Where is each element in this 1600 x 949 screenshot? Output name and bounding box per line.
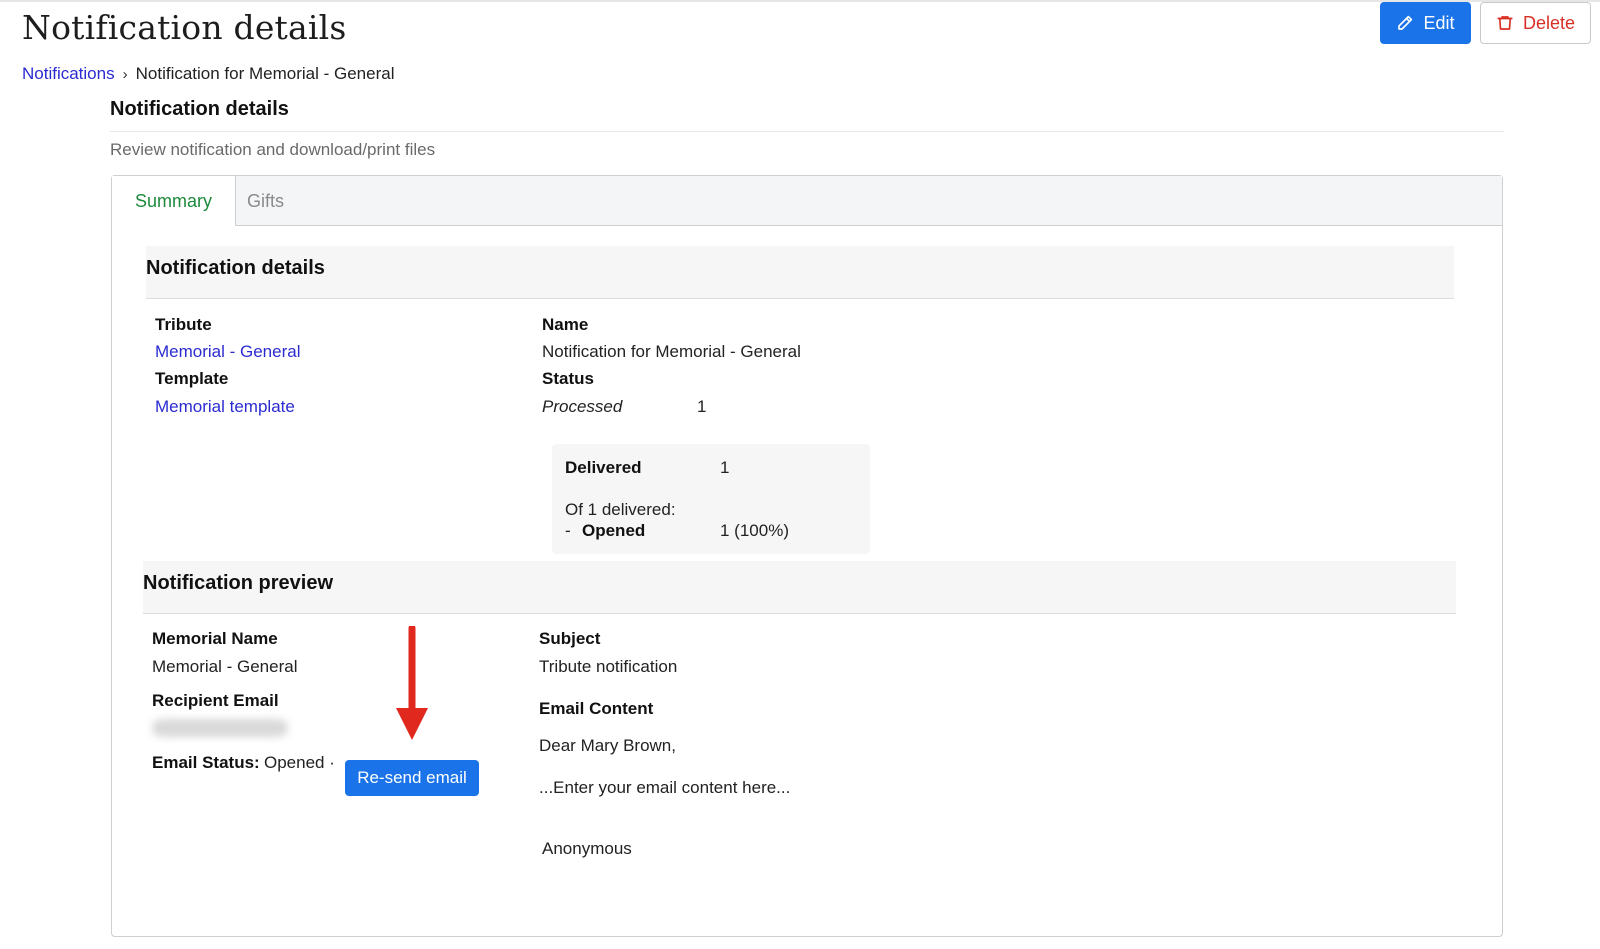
page-title: Notification details <box>22 8 347 47</box>
status-label: Status <box>542 369 594 388</box>
memorial-name-value: Memorial - General <box>152 657 298 676</box>
template-label: Template <box>155 369 229 388</box>
email-greeting: Dear Mary Brown, <box>539 736 676 755</box>
memorial-name-label: Memorial Name <box>152 629 278 648</box>
section-subtitle: Review notification and download/print f… <box>110 140 436 159</box>
email-status-value: Opened · <box>264 753 335 772</box>
delivery-stats: Delivered 1 Of 1 delivered: - Opened 1 (… <box>552 444 870 554</box>
edit-button-label: Edit <box>1423 12 1455 33</box>
trash-icon <box>1496 14 1514 32</box>
opened-dash: - <box>565 521 571 540</box>
delete-button[interactable]: Delete <box>1480 2 1591 44</box>
delivered-label: Delivered <box>565 458 642 477</box>
top-divider <box>0 0 1600 2</box>
delivered-count: 1 <box>720 458 730 477</box>
tab-summary[interactable]: Summary <box>112 176 236 226</box>
status-count: 1 <box>697 397 707 416</box>
of-delivered-text: Of 1 delivered: <box>565 500 676 519</box>
subject-label: Subject <box>539 629 601 648</box>
email-body: ...Enter your email content here... <box>539 778 791 797</box>
preview-panel-header: Notification preview <box>143 561 1456 614</box>
template-link[interactable]: Memorial template <box>155 397 295 417</box>
tab-bar: Summary Gifts <box>112 176 1502 226</box>
status-value: Processed <box>542 397 623 416</box>
details-panel-header: Notification details <box>146 246 1454 299</box>
recipient-email-redacted <box>152 719 288 737</box>
details-card: Summary Gifts Notification details Tribu… <box>111 175 1503 937</box>
red-arrow-down-icon <box>394 624 430 749</box>
tribute-link[interactable]: Memorial - General <box>155 342 301 362</box>
preview-panel-title: Notification preview <box>143 572 334 594</box>
delete-button-label: Delete <box>1522 12 1576 33</box>
chevron-right-icon: › <box>122 65 128 83</box>
section-divider <box>110 131 1504 132</box>
breadcrumb-notifications-link[interactable]: Notifications <box>22 64 115 84</box>
opened-label: Opened <box>582 521 646 540</box>
details-panel-title: Notification details <box>146 257 325 279</box>
name-label: Name <box>542 315 589 334</box>
section-title: Notification details <box>110 98 289 120</box>
tab-gifts[interactable]: Gifts <box>247 176 284 226</box>
section-header: Notification details Review notification… <box>110 98 1504 160</box>
email-signature: Anonymous <box>542 839 632 858</box>
opened-value: 1 (100%) <box>720 521 789 540</box>
subject-value: Tribute notification <box>539 657 678 676</box>
breadcrumb: Notifications › Notification for Memoria… <box>22 64 394 84</box>
breadcrumb-current: Notification for Memorial - General <box>135 64 395 83</box>
name-value: Notification for Memorial - General <box>542 342 801 361</box>
tribute-label: Tribute <box>155 315 212 334</box>
edit-button[interactable]: Edit <box>1380 2 1471 44</box>
email-content-label: Email Content <box>539 699 654 718</box>
pencil-icon <box>1396 14 1414 32</box>
resend-email-button[interactable]: Re-send email <box>345 760 479 796</box>
email-status-label: Email Status: <box>152 753 260 772</box>
recipient-email-label: Recipient Email <box>152 691 279 710</box>
